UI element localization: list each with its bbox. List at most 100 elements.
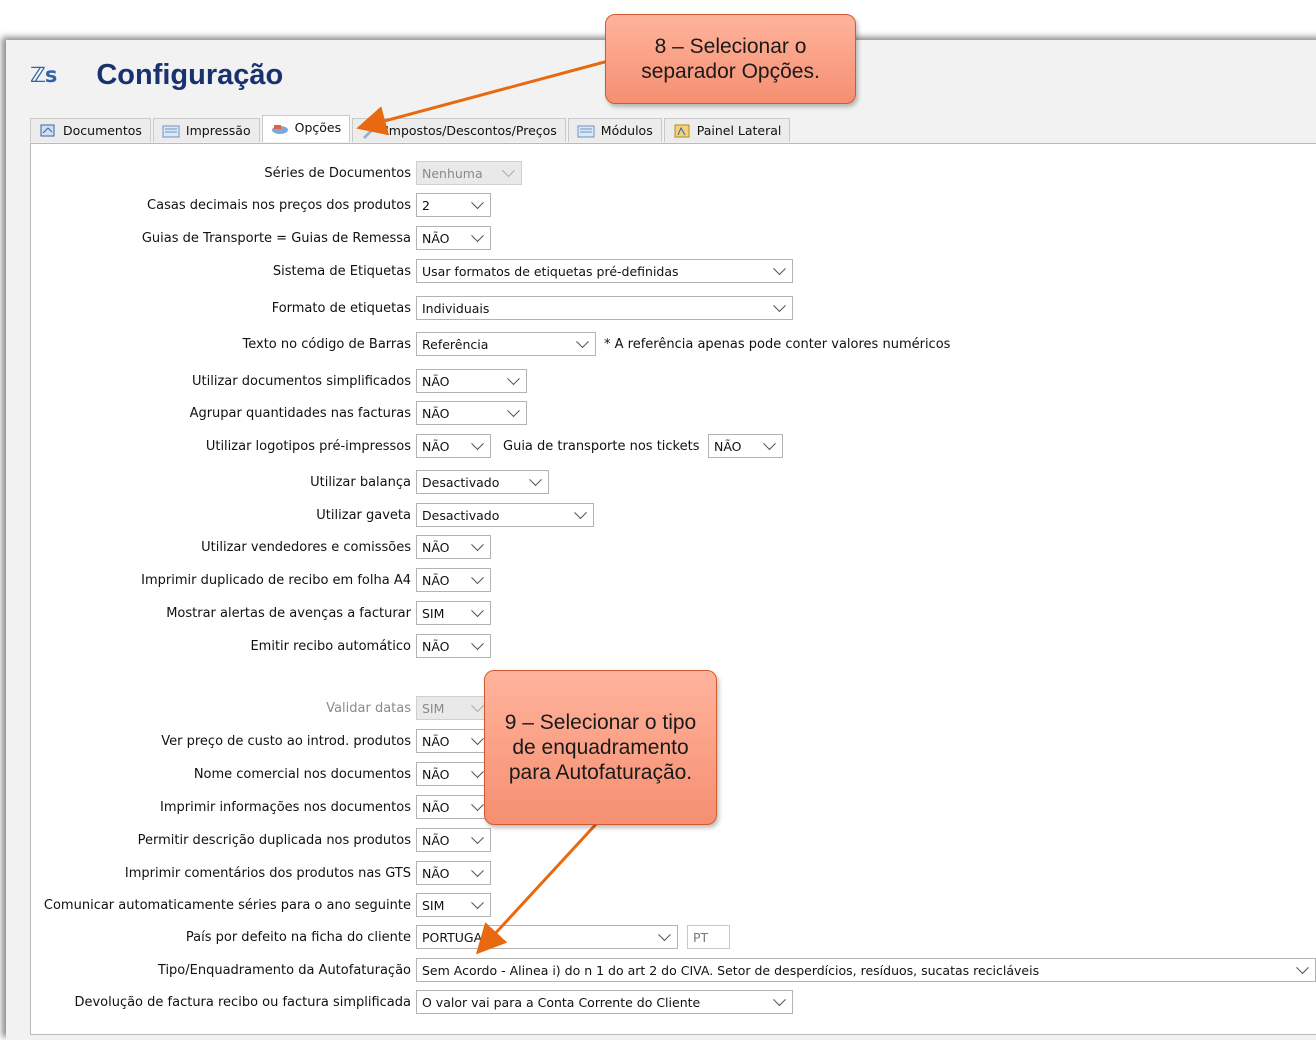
duplicate-receipt-select[interactable]: NÃO bbox=[416, 568, 491, 592]
chevron-down-icon bbox=[471, 229, 484, 243]
tab-documentos[interactable]: Documentos bbox=[30, 118, 151, 142]
setting-label: Mostrar alertas de avenças a facturar bbox=[166, 605, 411, 621]
setting-row: Utilizar gaveta Desactivado bbox=[31, 503, 1316, 527]
series-select[interactable]: Nenhuma bbox=[416, 161, 522, 185]
cost-price-select[interactable]: NÃO bbox=[416, 729, 491, 753]
page-title: Configuração bbox=[96, 58, 284, 91]
chevron-down-icon bbox=[763, 437, 776, 451]
auto-receipt-select[interactable]: NÃO bbox=[416, 634, 491, 658]
tab-modulos[interactable]: Módulos bbox=[567, 118, 662, 142]
setting-label: Validar datas bbox=[326, 700, 411, 716]
product-comments-select[interactable]: NÃO bbox=[416, 861, 491, 885]
simplified-docs-select[interactable]: NÃO bbox=[416, 369, 527, 393]
chevron-down-icon bbox=[471, 699, 484, 713]
ticket-transport-guide-select[interactable]: NÃO bbox=[708, 434, 783, 458]
print-icon bbox=[162, 123, 180, 139]
setting-label: Formato de etiquetas bbox=[271, 300, 411, 316]
tab-label: Documentos bbox=[63, 123, 142, 138]
tab-opcoes[interactable]: Opções bbox=[261, 115, 351, 142]
chevron-down-icon bbox=[471, 571, 484, 585]
setting-label: Emitir recibo automático bbox=[250, 638, 411, 654]
setting-label: Utilizar gaveta bbox=[316, 507, 411, 523]
side-panel-icon bbox=[673, 123, 691, 139]
setting-label: Utilizar balança bbox=[310, 474, 411, 490]
documents-icon bbox=[39, 123, 57, 139]
select-value: NÃO bbox=[422, 766, 450, 782]
select-value: SIM bbox=[422, 897, 445, 913]
setting-row: Sistema de Etiquetas Usar formatos de et… bbox=[31, 259, 1316, 283]
setting-row: Permitir descrição duplicada nos produto… bbox=[31, 828, 1316, 852]
decimal-places-select[interactable]: 2 bbox=[416, 193, 491, 217]
select-value: SIM bbox=[422, 700, 445, 716]
setting-row: Devolução de factura recibo ou factura s… bbox=[31, 990, 1316, 1014]
scale-select[interactable]: Desactivado bbox=[416, 470, 549, 494]
setting-label: Guias de Transporte = Guias de Remessa bbox=[141, 230, 411, 246]
tab-label: Impressão bbox=[185, 123, 251, 138]
duplicate-description-select[interactable]: NÃO bbox=[416, 828, 491, 852]
select-value: NÃO bbox=[714, 438, 742, 454]
tab-label: Painel Lateral bbox=[696, 123, 782, 138]
setting-label: Imprimir duplicado de recibo em folha A4 bbox=[141, 572, 411, 588]
country-code-field[interactable]: PT bbox=[687, 925, 730, 949]
select-value: Referência bbox=[422, 336, 489, 352]
setting-row: Utilizar vendedores e comissões NÃO bbox=[31, 535, 1316, 559]
setting-row: País por defeito na ficha do cliente POR… bbox=[31, 925, 1316, 949]
select-value: Desactivado bbox=[422, 474, 500, 490]
avenca-alerts-select[interactable]: SIM bbox=[416, 601, 491, 625]
setting-row: Casas decimais nos preços dos produtos 2 bbox=[31, 193, 1316, 217]
setting-row: Agrupar quantidades nas facturas NÃO bbox=[31, 401, 1316, 425]
setting-label: Permitir descrição duplicada nos produto… bbox=[137, 832, 411, 848]
trade-name-select[interactable]: NÃO bbox=[416, 762, 491, 786]
select-value: Usar formatos de etiquetas pré-definidas bbox=[422, 263, 679, 279]
label-system-select[interactable]: Usar formatos de etiquetas pré-definidas bbox=[416, 259, 793, 283]
chevron-down-icon bbox=[576, 335, 589, 349]
barcode-text-select[interactable]: Referência bbox=[416, 332, 596, 356]
tab-painel-lateral[interactable]: Painel Lateral bbox=[663, 118, 791, 142]
modules-icon bbox=[577, 123, 595, 139]
setting-label: Texto no código de Barras bbox=[242, 336, 411, 352]
chevron-down-icon bbox=[471, 896, 484, 910]
communicate-series-select[interactable]: SIM bbox=[416, 893, 491, 917]
drawer-select[interactable]: Desactivado bbox=[416, 503, 594, 527]
taxes-icon bbox=[361, 123, 379, 139]
label-format-select[interactable]: Individuais bbox=[416, 296, 793, 320]
print-info-select[interactable]: NÃO bbox=[416, 795, 491, 819]
select-value: NÃO bbox=[422, 572, 450, 588]
select-value: NÃO bbox=[422, 230, 450, 246]
select-value: NÃO bbox=[422, 733, 450, 749]
tab-label: Opções bbox=[294, 120, 342, 135]
setting-row: Texto no código de Barras Referência * A… bbox=[31, 332, 1316, 356]
select-value: PORTUGAL bbox=[422, 929, 490, 945]
chevron-down-icon bbox=[471, 538, 484, 552]
self-billing-type-select[interactable]: Sem Acordo - Alinea i) do n 1 do art 2 d… bbox=[416, 958, 1316, 982]
options-icon bbox=[271, 120, 289, 136]
group-quantities-select[interactable]: NÃO bbox=[416, 401, 527, 425]
chevron-down-icon bbox=[471, 798, 484, 812]
tab-impressao[interactable]: Impressão bbox=[152, 118, 260, 142]
chevron-down-icon bbox=[471, 437, 484, 451]
setting-label: Comunicar automaticamente séries para o … bbox=[43, 897, 411, 913]
setting-label: Séries de Documentos bbox=[264, 165, 411, 181]
select-value: Desactivado bbox=[422, 507, 500, 523]
setting-label: Utilizar vendedores e comissões bbox=[201, 539, 411, 555]
invoice-return-select[interactable]: O valor vai para a Conta Corrente do Cli… bbox=[416, 990, 793, 1014]
default-country-select[interactable]: PORTUGAL bbox=[416, 925, 678, 949]
chevron-down-icon bbox=[502, 164, 515, 178]
callout-text: 8 – Selecionar o separador Opções. bbox=[641, 35, 820, 83]
header: ℤs Configuração bbox=[30, 55, 283, 95]
select-value: NÃO bbox=[422, 638, 450, 654]
setting-row: Mostrar alertas de avenças a facturar SI… bbox=[31, 601, 1316, 625]
setting-label: Guia de transporte nos tickets bbox=[503, 438, 700, 454]
select-value: 2 bbox=[422, 197, 430, 213]
setting-row: Utilizar logotipos pré-impressos NÃO Gui… bbox=[31, 434, 1316, 458]
select-value: Individuais bbox=[422, 300, 490, 316]
preprinted-logos-select[interactable]: NÃO bbox=[416, 434, 491, 458]
select-value: Sem Acordo - Alinea i) do n 1 do art 2 d… bbox=[422, 962, 1040, 978]
transport-guides-select[interactable]: NÃO bbox=[416, 226, 491, 250]
sellers-select[interactable]: NÃO bbox=[416, 535, 491, 559]
setting-row: Utilizar balança Desactivado bbox=[31, 470, 1316, 494]
validate-dates-select[interactable]: SIM bbox=[416, 696, 491, 720]
chevron-down-icon bbox=[507, 372, 520, 386]
tab-impostos[interactable]: Impostos/Descontos/Preços bbox=[352, 118, 566, 142]
select-value: NÃO bbox=[422, 405, 450, 421]
